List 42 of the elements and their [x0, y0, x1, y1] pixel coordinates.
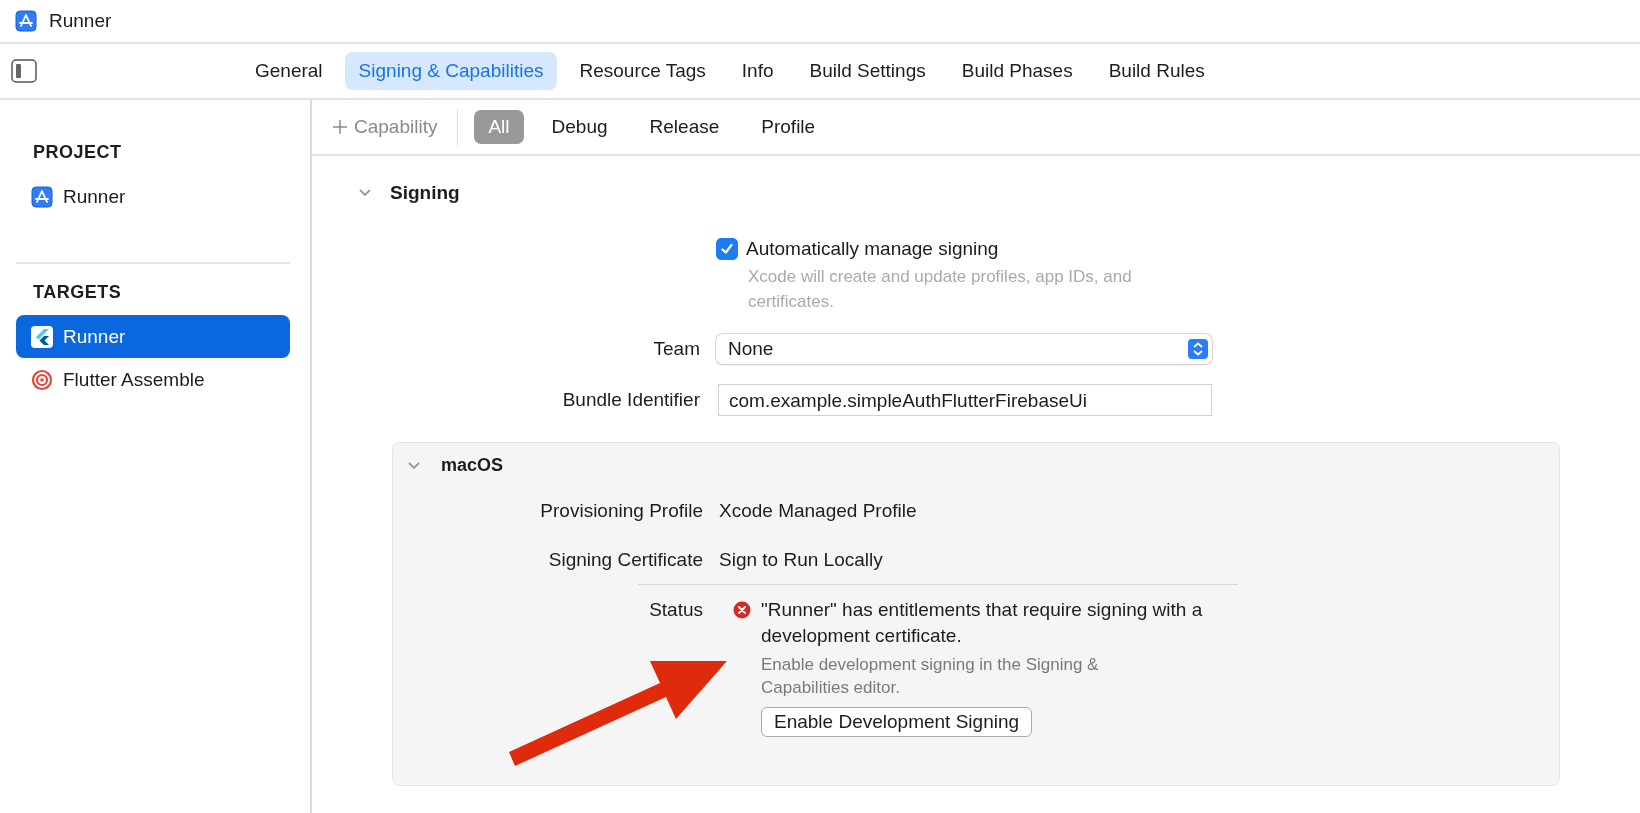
sidebar-item[interactable]: Runner — [16, 175, 290, 218]
status-detail: Enable development signing in the Signing & Capabilities editor. — [761, 654, 1100, 699]
window-title: Runner — [49, 10, 112, 32]
status-message: "Runner" has entitlements that require signing with a development certificate. — [761, 598, 1204, 648]
filter-tab[interactable]: Release — [635, 110, 734, 144]
stepper-arrows-icon — [1188, 339, 1208, 359]
text-field[interactable]: com.example.simpleAuthFlutterFirebaseUi — [718, 384, 1212, 416]
filter-tab[interactable]: Profile — [747, 110, 830, 144]
error-icon — [733, 601, 751, 619]
field-label: Status — [648, 598, 703, 622]
app-icon — [15, 10, 37, 32]
editor-tab[interactable]: Build Phases — [947, 52, 1087, 90]
field-value: Xcode Managed Profile — [719, 499, 918, 523]
checkbox-label: Automatically manage signing — [746, 238, 999, 260]
editor-tab[interactable]: Build Rules — [1094, 52, 1219, 90]
field-value: Sign to Run Locally — [719, 548, 884, 572]
sidebar-toggle-icon — [11, 59, 37, 83]
sidebar-item[interactable]: Runner — [16, 315, 290, 358]
checkmark-icon — [720, 242, 734, 256]
section-heading: TARGETS — [32, 281, 123, 304]
flutter-icon — [31, 325, 53, 348]
editor-tab[interactable]: General — [241, 52, 337, 90]
plus-icon — [332, 119, 348, 135]
section-heading: PROJECT — [32, 141, 123, 164]
editor-tab[interactable]: Info — [727, 52, 788, 90]
target-icon — [31, 368, 53, 391]
filter-tab[interactable]: Debug — [537, 110, 622, 144]
section-title: Signing — [390, 182, 460, 204]
enable-signing-button[interactable]: Enable Development Signing — [761, 707, 1033, 737]
checkbox[interactable] — [716, 238, 738, 260]
panel-title: macOS — [441, 455, 504, 476]
field-label: Team — [652, 338, 700, 360]
team-popup[interactable]: None — [716, 334, 1212, 364]
app-icon — [31, 185, 53, 208]
sidebar-item[interactable]: Flutter Assemble — [16, 358, 290, 401]
field-label: Bundle Identifier — [561, 389, 700, 411]
editor-tab[interactable]: Signing & Capabilities — [344, 52, 558, 90]
editor-tab[interactable]: Build Settings — [795, 52, 940, 90]
field-label: Signing Certificate — [547, 548, 703, 572]
hint-text: Xcode will create and update profiles, app IDs, and certificates. — [748, 266, 1133, 313]
field-label: Provisioning Profile — [539, 499, 703, 523]
editor-tab[interactable]: Resource Tags — [565, 52, 720, 90]
